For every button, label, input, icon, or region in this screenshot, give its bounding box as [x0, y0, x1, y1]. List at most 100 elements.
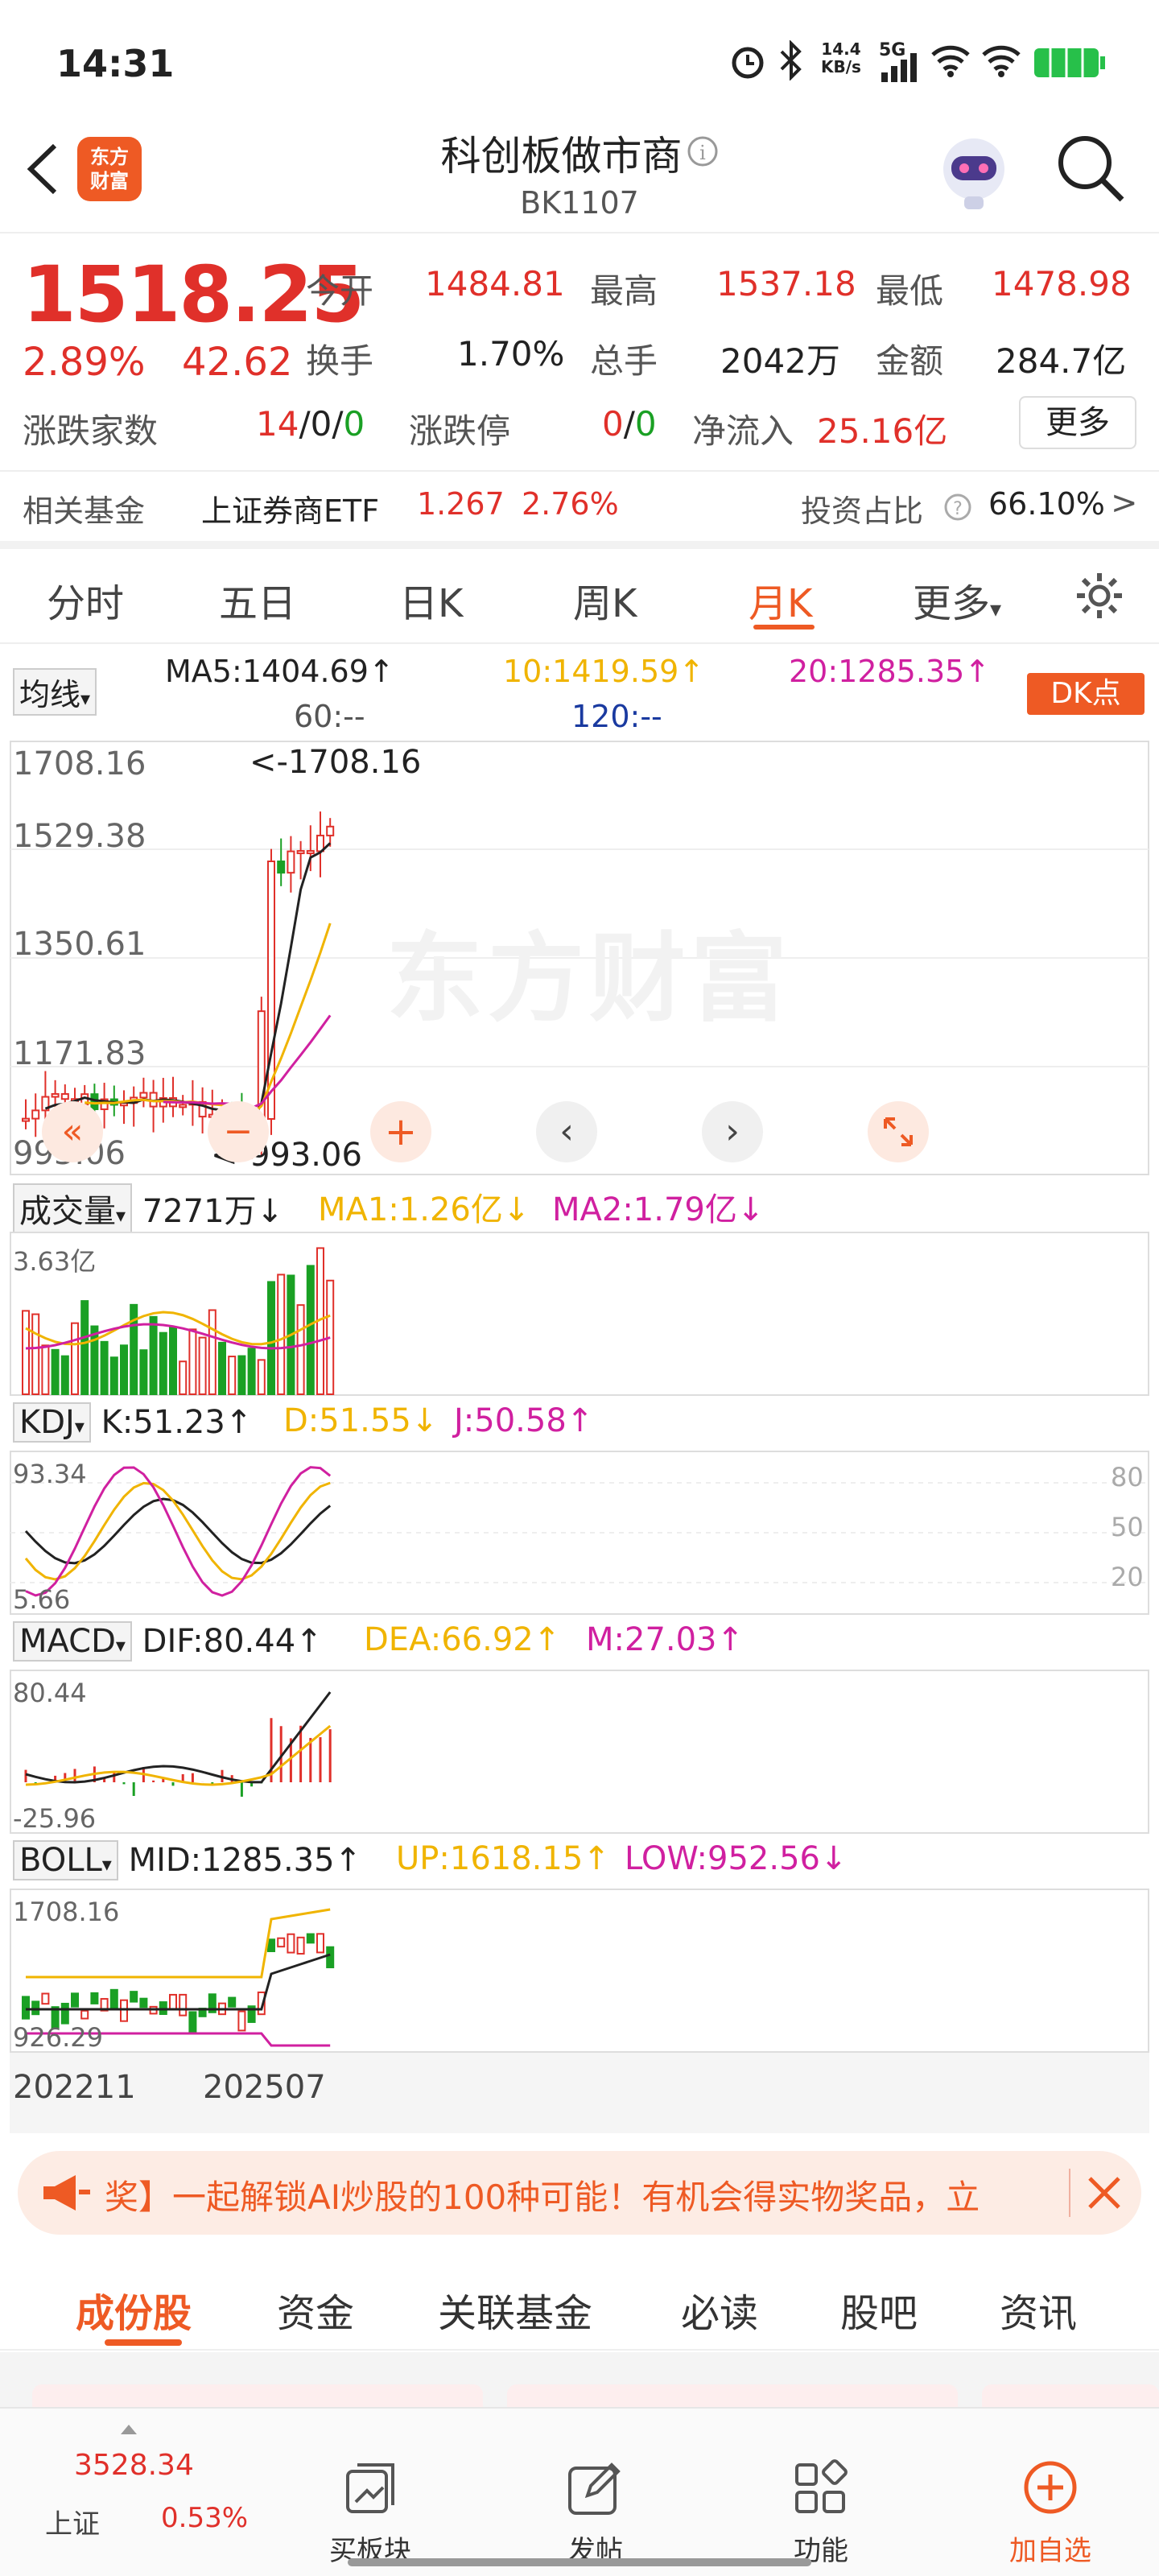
tab-forum[interactable]: 股吧 [840, 2281, 918, 2338]
down-count: 0 [343, 404, 365, 444]
up-arrow-icon: ↑ [678, 654, 705, 689]
kdj-j-value: J:50.58 [454, 1402, 567, 1439]
tab-must-read[interactable]: 必读 [681, 2281, 758, 2338]
up-arrow-icon: ↑ [225, 1404, 253, 1441]
up-arrow-icon: ↑ [566, 1402, 594, 1439]
page-title: 科创板做市商 [440, 133, 683, 180]
ma-selector[interactable]: 均线▾ [13, 668, 97, 716]
bottom-bar: 3528.34 上证 0.53% 买板块 发帖 功能 加自选 [0, 2407, 1159, 2576]
boll-candle [188, 2011, 197, 2035]
boll-candle [60, 2002, 69, 2025]
boll-candle [169, 1993, 177, 2010]
search-icon[interactable] [1054, 132, 1127, 204]
tab-five-day[interactable]: 五日 [219, 572, 296, 628]
dk-point-button[interactable]: DK点 [1027, 673, 1145, 715]
tab-funds-flow[interactable]: 资金 [277, 2281, 354, 2338]
boll-candle [31, 2000, 40, 2016]
ratio-arrow[interactable]: > [1111, 485, 1138, 522]
volume-bar [71, 1322, 79, 1395]
volume-bar [149, 1315, 158, 1395]
ma5-value: MA5:1404.69↑ [165, 654, 394, 689]
close-icon[interactable] [1085, 2174, 1124, 2212]
add-watchlist-button[interactable]: 加自选 [982, 2457, 1119, 2568]
boll-candle [109, 1988, 118, 2009]
caret-up-icon [121, 2425, 137, 2434]
add-watchlist-label: 加自选 [1009, 2535, 1091, 2567]
volume-bar [198, 1336, 207, 1395]
boll-low: LOW:952.56↓ [625, 1840, 848, 1877]
ma-selector-label: 均线 [19, 677, 81, 712]
help-icon[interactable]: ? [943, 493, 972, 522]
up-arrow-icon: ↑ [716, 1621, 744, 1658]
candle-body [90, 1093, 99, 1110]
tab-monthly-k[interactable]: 月K [749, 572, 812, 628]
up-arrow-icon: ↑ [533, 1621, 561, 1658]
macd-y-top: 80.44 [13, 1678, 87, 1708]
inflow-value: 25.16亿 [817, 411, 948, 451]
separator: / [299, 404, 311, 444]
back-icon[interactable] [23, 141, 63, 197]
settings-gear-icon[interactable] [1074, 570, 1125, 621]
robot-assistant-icon[interactable] [934, 132, 1014, 213]
kdj-d-value: D:51.55 [283, 1402, 411, 1439]
promo-banner[interactable]: 奖】一起解锁AI炒股的100种可能！有机会得实物奖品，立 [18, 2151, 1141, 2235]
scroll-right-button[interactable]: › [702, 1101, 763, 1162]
rewind-button[interactable]: « [42, 1101, 103, 1162]
volume-selector[interactable]: 成交量▾ [13, 1183, 133, 1233]
tab-constituents[interactable]: 成份股 [76, 2281, 192, 2338]
kdj-d: D:51.55↓ [283, 1402, 438, 1439]
functions-button[interactable]: 功能 [757, 2457, 885, 2568]
amount-value: 284.7亿 [996, 341, 1127, 381]
volume-bar [257, 1359, 266, 1396]
high-value: 1537.18 [716, 264, 856, 303]
boll-candle [296, 1936, 305, 1955]
ma-selector-box[interactable]: 均线▾ [13, 668, 97, 716]
zoom-out-button[interactable]: − [208, 1101, 269, 1162]
fund-price: 1.267 [417, 486, 505, 522]
post-button[interactable]: 发帖 [531, 2457, 660, 2568]
index-ticker[interactable]: 3528.34 上证 0.53% [32, 2425, 248, 2545]
x-axis-start: 202211 [13, 2069, 136, 2106]
ratio-value: 66.10% [988, 486, 1105, 522]
boll-candle [130, 1991, 138, 2003]
macd-chart [10, 1670, 1149, 1834]
zoom-in-button[interactable]: + [370, 1101, 431, 1162]
info-icon[interactable]: i [687, 135, 719, 167]
boll-low-value: LOW:952.56 [625, 1840, 820, 1877]
volume-bar [247, 1348, 256, 1395]
fund-label: 相关基金 [23, 493, 146, 529]
fullscreen-button[interactable] [868, 1101, 929, 1162]
candle-body [179, 1104, 188, 1108]
change-percent: 2.89% [23, 340, 146, 385]
boll-candle [80, 2009, 89, 2020]
scroll-left-button[interactable]: ‹ [536, 1101, 597, 1162]
boll-selector[interactable]: BOLL▾ [13, 1840, 118, 1880]
tab-daily-k[interactable]: 日K [399, 572, 463, 628]
bluetooth-icon [780, 40, 802, 80]
more-button[interactable]: 更多 [1019, 396, 1136, 449]
kdj-chart [10, 1451, 1149, 1615]
kdj-selector[interactable]: KDJ▾ [13, 1402, 91, 1443]
boll-candle [326, 1946, 335, 1969]
tab-intraday[interactable]: 分时 [47, 572, 124, 628]
tab-news[interactable]: 资讯 [1000, 2281, 1077, 2338]
boll-candle [228, 1996, 237, 2008]
tab-related-funds[interactable]: 关联基金 [438, 2281, 592, 2338]
boll-candle [139, 1997, 148, 2008]
tab-weekly-k[interactable]: 周K [573, 572, 637, 628]
macd-dif-value: DIF:80.44 [142, 1623, 296, 1660]
tab-more[interactable]: 更多▾ [913, 572, 1001, 628]
buy-sector-button[interactable]: 买板块 [306, 2457, 435, 2568]
macd-y-bottom: -25.96 [13, 1803, 97, 1834]
macd-selector-label: MACD [19, 1623, 116, 1660]
fund-name[interactable]: 上证券商ETF [201, 486, 379, 530]
down-arrow-icon: ↓ [736, 1191, 765, 1228]
macd-selector[interactable]: MACD▾ [13, 1621, 132, 1662]
limit-counts: 0/0 [602, 404, 657, 444]
volume-bar [306, 1265, 315, 1395]
volume-bar [237, 1355, 246, 1395]
y-label-3: 1350.61 [13, 926, 146, 963]
low-label: 最低 [876, 271, 944, 311]
battery-icon [1034, 48, 1105, 77]
max-price-marker: <-1708.16 [250, 744, 422, 781]
